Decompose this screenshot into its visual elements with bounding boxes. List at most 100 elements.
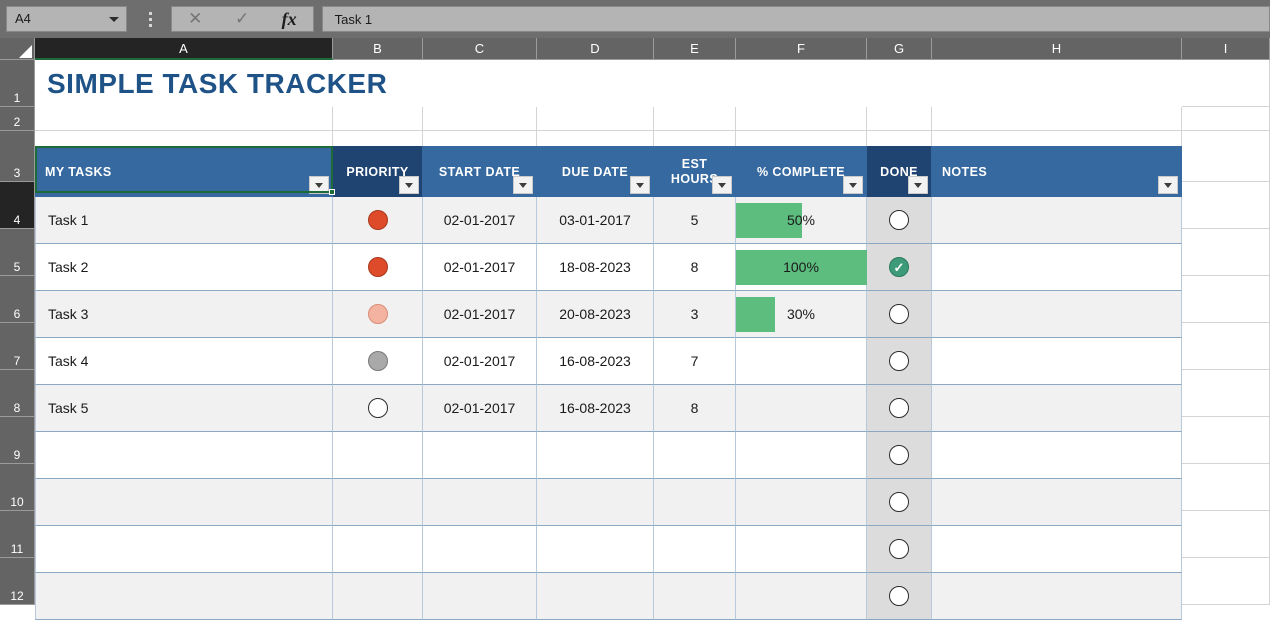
row-header-8[interactable]: 8	[0, 370, 35, 417]
filter-dropdown-icon[interactable]	[630, 176, 650, 194]
cell-percent-complete[interactable]	[736, 385, 867, 432]
column-header-b[interactable]: B	[333, 38, 423, 60]
cell-due-date[interactable]	[537, 479, 654, 526]
done-unchecked-icon[interactable]	[889, 210, 909, 230]
cell-due-date[interactable]: 16-08-2023	[537, 385, 654, 432]
cell-due-date[interactable]: 03-01-2017	[537, 197, 654, 244]
cell-start-date[interactable]	[423, 479, 537, 526]
cell-est-hours[interactable]	[654, 479, 736, 526]
row-header-3[interactable]: 3	[0, 131, 35, 182]
cell-done[interactable]	[867, 526, 932, 573]
cell-done[interactable]	[867, 338, 932, 385]
cell-est-hours[interactable]: 7	[654, 338, 736, 385]
grid-cell[interactable]	[1182, 182, 1270, 229]
row-header-5[interactable]: 5	[0, 229, 35, 276]
row-header-11[interactable]: 11	[0, 511, 35, 558]
grid-cell[interactable]	[932, 107, 1182, 131]
filter-dropdown-icon[interactable]	[309, 176, 329, 194]
cell-task-name[interactable]	[35, 526, 333, 573]
row-header-4[interactable]: 4	[0, 182, 35, 229]
grid-cell[interactable]	[333, 107, 423, 131]
formula-input[interactable]: Task 1	[321, 6, 1270, 32]
row-header-7[interactable]: 7	[0, 323, 35, 370]
grid-cell[interactable]	[1182, 107, 1270, 131]
row-header-1[interactable]: 1	[0, 60, 35, 107]
done-checked-icon[interactable]: ✓	[889, 257, 909, 277]
column-header-d[interactable]: D	[537, 38, 654, 60]
cell-percent-complete[interactable]: 30%	[736, 291, 867, 338]
sheet-title-cell[interactable]: SIMPLE TASK TRACKER	[35, 60, 1182, 107]
cell-est-hours[interactable]: 5	[654, 197, 736, 244]
accept-check-icon[interactable]: ✓	[221, 7, 263, 31]
cell-percent-complete[interactable]: 100%	[736, 244, 867, 291]
done-unchecked-icon[interactable]	[889, 445, 909, 465]
insert-function-icon[interactable]: fx	[268, 7, 310, 31]
cell-priority[interactable]	[333, 573, 423, 620]
cell-notes[interactable]	[932, 432, 1182, 479]
cell-start-date[interactable]: 02-01-2017	[423, 244, 537, 291]
cell-start-date[interactable]: 02-01-2017	[423, 385, 537, 432]
column-header-e[interactable]: E	[654, 38, 736, 60]
cell-task-name[interactable]: Task 5	[35, 385, 333, 432]
grid-cell[interactable]	[1182, 417, 1270, 464]
more-options-icon[interactable]	[139, 6, 161, 32]
cell-notes[interactable]	[932, 385, 1182, 432]
cell-priority[interactable]	[333, 432, 423, 479]
cell-priority[interactable]	[333, 244, 423, 291]
column-header-a[interactable]: A	[35, 38, 333, 60]
cell-notes[interactable]	[932, 573, 1182, 620]
grid-cell[interactable]	[1182, 323, 1270, 370]
cell-percent-complete[interactable]	[736, 479, 867, 526]
cell-percent-complete[interactable]	[736, 432, 867, 479]
cell-priority[interactable]	[333, 385, 423, 432]
cell-notes[interactable]	[932, 244, 1182, 291]
cell-done[interactable]: ✓	[867, 244, 932, 291]
cell-priority[interactable]	[333, 479, 423, 526]
filter-dropdown-icon[interactable]	[908, 176, 928, 194]
cell-task-name[interactable]: Task 2	[35, 244, 333, 291]
grid-cell[interactable]	[1182, 60, 1270, 107]
cell-notes[interactable]	[932, 197, 1182, 244]
done-unchecked-icon[interactable]	[889, 398, 909, 418]
grid-cell[interactable]	[867, 107, 932, 131]
filter-dropdown-icon[interactable]	[843, 176, 863, 194]
filter-dropdown-icon[interactable]	[399, 176, 419, 194]
cell-priority[interactable]	[333, 197, 423, 244]
grid-cell[interactable]	[35, 107, 333, 131]
cell-done[interactable]	[867, 291, 932, 338]
cell-done[interactable]	[867, 432, 932, 479]
cell-priority[interactable]	[333, 291, 423, 338]
cell-notes[interactable]	[932, 526, 1182, 573]
grid-cell[interactable]	[1182, 229, 1270, 276]
row-header-10[interactable]: 10	[0, 464, 35, 511]
cell-task-name[interactable]	[35, 432, 333, 479]
done-unchecked-icon[interactable]	[889, 539, 909, 559]
cell-priority[interactable]	[333, 338, 423, 385]
filter-dropdown-icon[interactable]	[1158, 176, 1178, 194]
cell-notes[interactable]	[932, 291, 1182, 338]
grid-cell[interactable]	[1182, 558, 1270, 605]
grid-cell[interactable]	[1182, 464, 1270, 511]
filter-dropdown-icon[interactable]	[712, 176, 732, 194]
row-header-12[interactable]: 12	[0, 558, 35, 605]
cell-task-name[interactable]	[35, 479, 333, 526]
done-unchecked-icon[interactable]	[889, 492, 909, 512]
row-header-9[interactable]: 9	[0, 417, 35, 464]
chevron-down-icon[interactable]	[109, 17, 120, 22]
cell-start-date[interactable]: 02-01-2017	[423, 197, 537, 244]
cell-est-hours[interactable]: 8	[654, 385, 736, 432]
row-header-6[interactable]: 6	[0, 276, 35, 323]
cell-est-hours[interactable]	[654, 526, 736, 573]
cell-start-date[interactable]	[423, 573, 537, 620]
cell-due-date[interactable]: 18-08-2023	[537, 244, 654, 291]
cell-done[interactable]	[867, 479, 932, 526]
cell-due-date[interactable]: 16-08-2023	[537, 338, 654, 385]
cell-est-hours[interactable]	[654, 432, 736, 479]
cell-done[interactable]	[867, 385, 932, 432]
cell-task-name[interactable]: Task 1	[35, 197, 333, 244]
cell-start-date[interactable]	[423, 432, 537, 479]
cell-task-name[interactable]: Task 4	[35, 338, 333, 385]
cell-start-date[interactable]: 02-01-2017	[423, 291, 537, 338]
column-header-i[interactable]: I	[1182, 38, 1270, 60]
grid-cell[interactable]	[1182, 131, 1270, 182]
